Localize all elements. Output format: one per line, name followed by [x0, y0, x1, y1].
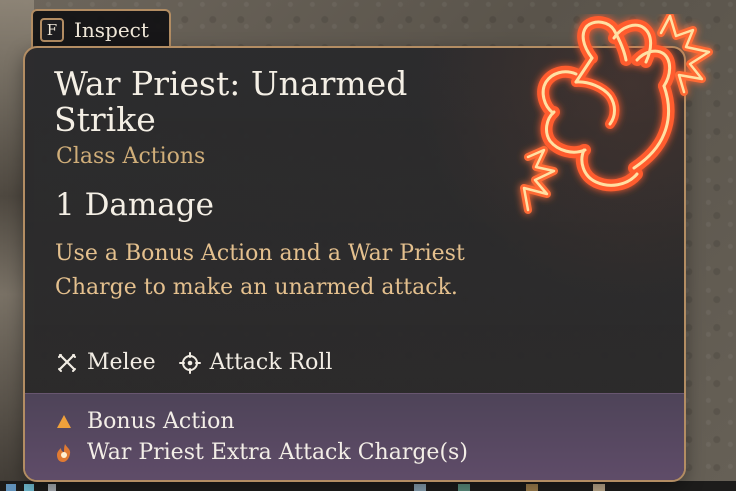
action-cost-list: Bonus Action War Priest Extra Attack Cha…	[53, 411, 468, 464]
meta-attack-roll-label: Attack Roll	[209, 350, 333, 375]
flame-charge-icon	[53, 442, 75, 464]
action-damage: 1 Damage	[55, 187, 214, 223]
hotbar-slot-marker	[24, 484, 34, 491]
hotbar-slot-marker	[48, 484, 56, 491]
hotbar-slot-marker	[414, 484, 426, 491]
action-description: Use a Bonus Action and a War Priest Char…	[55, 241, 465, 301]
hotbar-slot-marker	[6, 484, 16, 491]
hotbar-slot-marker	[526, 484, 538, 491]
action-meta-row: Melee Attack Roll	[55, 351, 332, 375]
action-category: Class Actions	[56, 144, 206, 169]
inspect-label: Inspect	[74, 18, 149, 42]
target-icon	[178, 351, 202, 375]
meta-attack-roll: Attack Roll	[178, 350, 333, 375]
cost-bonus-action: Bonus Action	[53, 411, 468, 433]
hotbar-strip	[0, 481, 736, 491]
inspect-key-badge: F	[40, 18, 64, 42]
cost-war-priest-charge-label: War Priest Extra Attack Charge(s)	[87, 440, 468, 465]
action-title: War Priest: Unarmed Strike	[54, 64, 408, 139]
hotbar-slot-marker	[458, 484, 470, 491]
meta-melee: Melee	[55, 351, 156, 375]
hotbar-slot-marker	[593, 484, 605, 491]
fist-icon	[520, 14, 713, 214]
crossed-blades-icon	[55, 351, 79, 375]
cost-bonus-action-label: Bonus Action	[87, 409, 235, 434]
cost-war-priest-charge: War Priest Extra Attack Charge(s)	[53, 442, 468, 464]
meta-melee-label: Melee	[87, 350, 156, 375]
inspect-tab[interactable]: F Inspect	[31, 9, 171, 49]
bonus-action-triangle-icon	[53, 411, 75, 433]
